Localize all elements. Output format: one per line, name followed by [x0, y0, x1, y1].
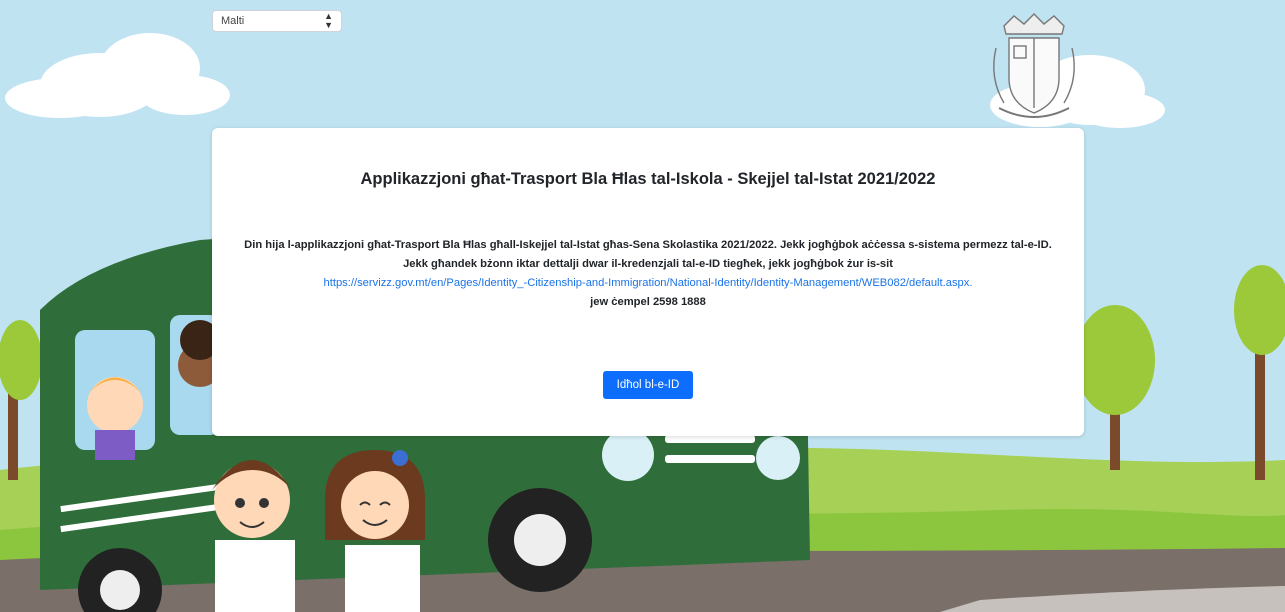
- language-select[interactable]: Malti ▲ ▼: [212, 10, 342, 32]
- sort-arrows-icon: ▲ ▼: [324, 11, 333, 30]
- page-title: Applikazzjoni għat-Trasport Bla Ħlas tal…: [360, 170, 936, 188]
- description-text: Din hija l-applikazzjoni għat-Trasport B…: [244, 239, 1052, 270]
- phone-text: jew ċempel 2598 1888: [590, 296, 706, 308]
- eid-info-link[interactable]: https://servizz.gov.mt/en/Pages/Identity…: [324, 277, 973, 289]
- child-in-window: [87, 377, 143, 460]
- malta-coat-of-arms-icon: [993, 13, 1075, 118]
- login-eid-button[interactable]: Idħol bl-e-ID: [603, 371, 693, 399]
- description-block: Din hija l-applikazzjoni għat-Trasport B…: [242, 236, 1054, 312]
- language-select-value: Malti: [221, 15, 245, 27]
- application-card: Applikazzjoni għat-Trasport Bla Ħlas tal…: [212, 128, 1084, 436]
